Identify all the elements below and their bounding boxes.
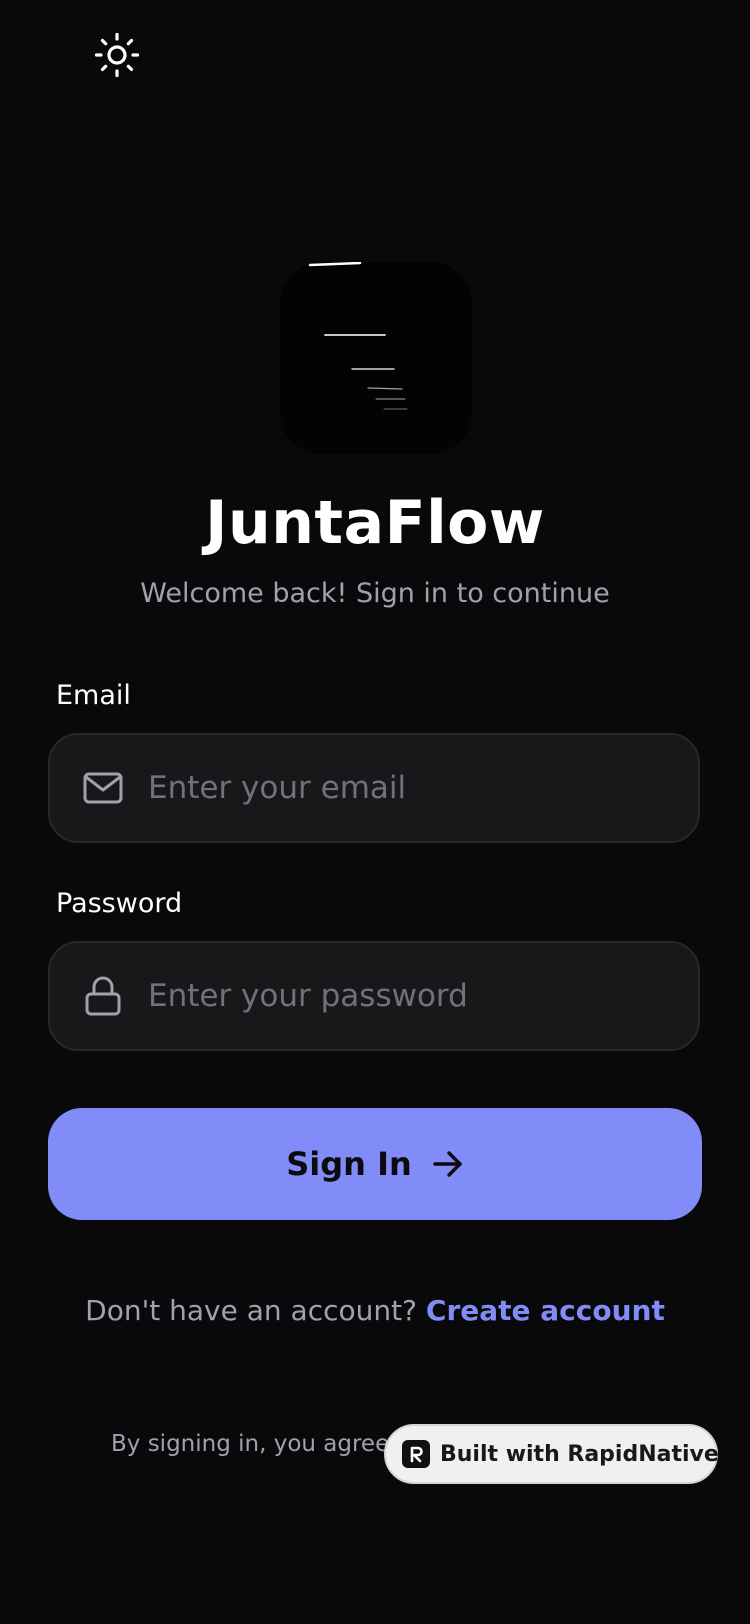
arrow-right-icon bbox=[432, 1150, 464, 1178]
theme-toggle-button[interactable] bbox=[94, 32, 140, 78]
email-label: Email bbox=[56, 680, 131, 711]
app-title: JuntaFlow bbox=[205, 488, 545, 558]
logo-streaks bbox=[308, 261, 408, 410]
rapidnative-logo bbox=[402, 1440, 430, 1468]
create-account-link[interactable]: Create account bbox=[426, 1294, 665, 1327]
mail-icon bbox=[82, 767, 124, 809]
email-field-container bbox=[48, 733, 700, 843]
signup-prompt-row: Don't have an account? Create account bbox=[0, 1292, 750, 1330]
password-field-container bbox=[48, 941, 700, 1051]
terms-text: By signing in, you agree to bbox=[111, 1431, 420, 1457]
sign-in-button-label: Sign In bbox=[286, 1145, 412, 1183]
sign-in-button[interactable]: Sign In bbox=[48, 1108, 702, 1220]
email-input[interactable] bbox=[146, 734, 674, 842]
page-subtitle: Welcome back! Sign in to continue bbox=[140, 578, 610, 609]
lock-icon bbox=[82, 975, 124, 1017]
app-logo bbox=[280, 261, 472, 454]
sun-icon bbox=[94, 32, 140, 78]
password-input[interactable] bbox=[146, 942, 674, 1050]
signup-prompt-text: Don't have an account? bbox=[85, 1294, 417, 1327]
badge-label: Built with RapidNative bbox=[440, 1441, 719, 1467]
built-with-badge[interactable]: Built with RapidNative bbox=[384, 1424, 719, 1484]
password-label: Password bbox=[56, 888, 183, 919]
